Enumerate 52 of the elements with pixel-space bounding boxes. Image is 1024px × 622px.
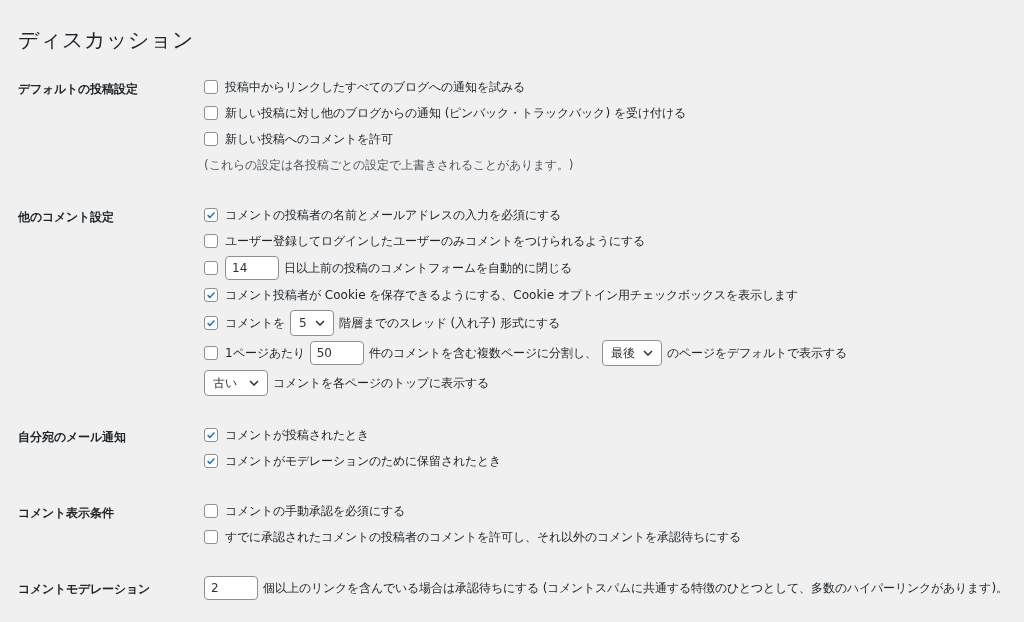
option-label: 新しい投稿に対し他のブログからの通知 (ピンバック・トラックバック) を受け付ける xyxy=(225,104,686,122)
checkbox[interactable] xyxy=(204,288,218,302)
option-label: コメントを xyxy=(225,314,285,332)
dropdown[interactable]: 最後 xyxy=(601,340,662,366)
section-label: コメント表示条件 xyxy=(18,505,115,522)
option-label: コメントが投稿されたとき xyxy=(225,426,369,444)
option-label: 階層までのスレッド (入れ子) 形式にする xyxy=(338,314,560,332)
checkbox[interactable] xyxy=(204,132,218,146)
option-label: すでに承認されたコメントの投稿者のコメントを許可し、それ以外のコメントを承認待ちにする xyxy=(225,528,741,546)
checkmark-icon xyxy=(205,209,217,221)
chevron-down-icon xyxy=(249,380,259,386)
description-text: (これらの設定は各投稿ごとの設定で上書きされることがあります。) xyxy=(204,156,574,174)
option-label: 件のコメントを含む複数ページに分割し、 xyxy=(368,344,597,362)
option-label: 投稿中からリンクしたすべてのブログへの通知を試みる xyxy=(225,78,525,96)
section-label: 自分宛のメール通知 xyxy=(18,429,127,446)
option-label: 日以上前の投稿のコメントフォームを自動的に閉じる xyxy=(284,259,572,277)
checkbox[interactable] xyxy=(204,428,218,442)
chevron-down-icon xyxy=(314,320,325,326)
checkbox[interactable] xyxy=(204,454,218,468)
option-label: ユーザー登録してログインしたユーザーのみコメントをつけられるようにする xyxy=(225,232,645,250)
checkbox[interactable] xyxy=(204,504,218,518)
checkbox[interactable] xyxy=(204,530,218,544)
option-label: コメントがモデレーションのために保留されたとき xyxy=(225,452,501,470)
option-label: のページをデフォルトで表示する xyxy=(666,344,847,362)
option-label: コメントを各ページのトップに表示する xyxy=(273,374,489,392)
chevron-down-icon xyxy=(642,350,653,356)
section-label: デフォルトの投稿設定 xyxy=(18,81,139,98)
option-label: コメント投稿者が Cookie を保存できるようにする、Cookie オプトイン用チェックボックスを表示します xyxy=(225,286,798,304)
option-label: コメントの手動承認を必須にする xyxy=(225,502,405,520)
checkbox[interactable] xyxy=(204,106,218,120)
dropdown[interactable]: 5 xyxy=(290,310,334,336)
section-label: 他のコメント設定 xyxy=(18,209,115,226)
checkmark-icon xyxy=(205,429,217,441)
checkbox[interactable] xyxy=(204,261,218,275)
checkbox[interactable] xyxy=(204,346,218,360)
dropdown[interactable]: 古い xyxy=(204,370,268,396)
checkmark-icon xyxy=(205,317,217,329)
option-label: コメントの投稿者の名前とメールアドレスの入力を必須にする xyxy=(225,206,561,224)
number-field[interactable]: 14 xyxy=(225,256,279,280)
option-label: 個以上のリンクを含んでいる場合は承認待ちにする (コメントスパムに共通する特徴のひとつとして、多数のハイパーリンクがあります)。 xyxy=(263,579,1009,597)
checkbox[interactable] xyxy=(204,234,218,248)
option-label: 新しい投稿へのコメントを許可 xyxy=(225,130,393,148)
checkbox[interactable] xyxy=(204,80,218,94)
number-field[interactable]: 2 xyxy=(204,576,258,600)
checkbox[interactable] xyxy=(204,316,218,330)
checkmark-icon xyxy=(205,455,217,467)
option-label: 1ページあたり xyxy=(225,344,305,362)
checkmark-icon xyxy=(205,289,217,301)
checkbox[interactable] xyxy=(204,208,218,222)
number-field[interactable]: 50 xyxy=(309,341,364,365)
section-label: コメントモデレーション xyxy=(18,581,151,598)
page-title: ディスカッション xyxy=(18,27,195,54)
